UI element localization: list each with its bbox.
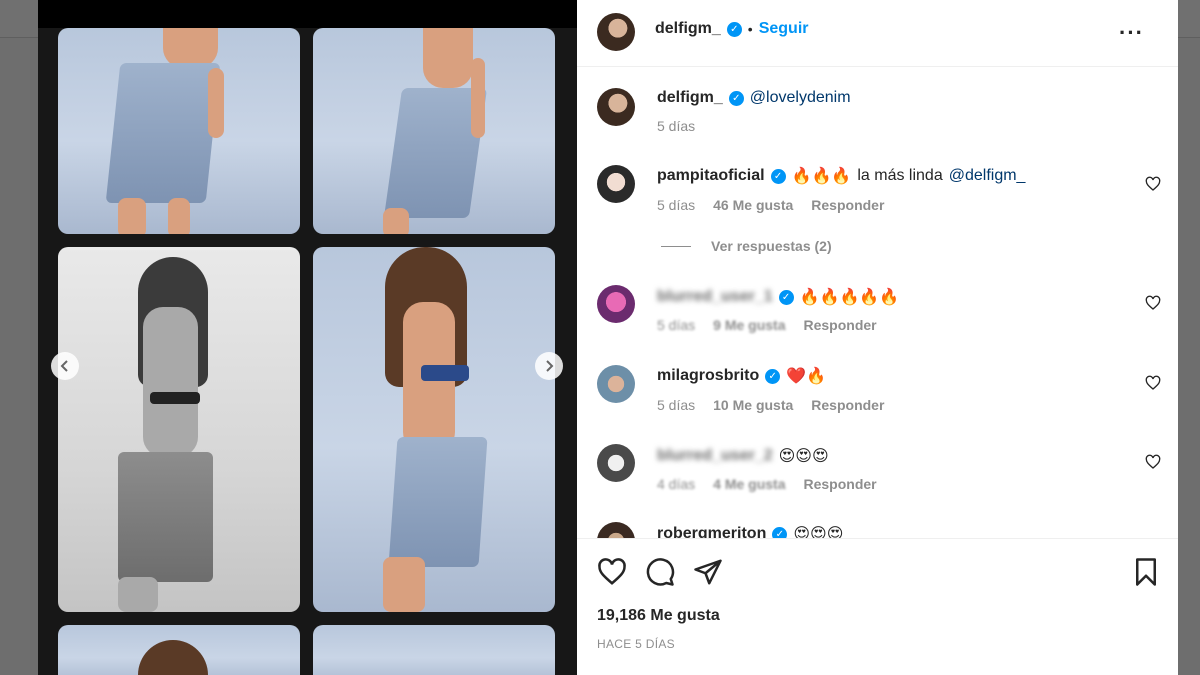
heart-icon[interactable] <box>1145 295 1161 311</box>
follow-button[interactable]: Seguir <box>759 20 809 38</box>
comment-emoji: 😍😍😍 <box>778 448 829 465</box>
comment-likes[interactable]: 4 Me gusta <box>713 476 785 492</box>
comment-username[interactable]: blurred_user_2 <box>657 447 773 465</box>
comment-item: blurred_user_1 ✓ 🔥🔥🔥🔥🔥 <box>657 287 1200 307</box>
comment-meta: 5 días 46 Me gusta Responder <box>657 197 884 213</box>
comment-item: blurred_user_2 😍😍😍 <box>657 446 1200 466</box>
replies-line <box>661 245 691 247</box>
verified-badge-icon: ✓ <box>770 168 786 184</box>
comment-time: 5 días <box>657 197 696 213</box>
comment-likes[interactable]: 46 Me gusta <box>713 197 793 213</box>
backdrop-right <box>1178 38 1200 675</box>
photo-tile-4 <box>313 247 555 612</box>
reply-button[interactable]: Responder <box>811 397 884 413</box>
photo-tile-5 <box>58 625 300 675</box>
post-header: delfigm_ ✓ • Seguir ··· <box>577 0 1178 67</box>
post-media <box>38 0 577 675</box>
backdrop-left <box>0 38 38 675</box>
comment-likes[interactable]: 10 Me gusta <box>713 397 793 413</box>
comment-meta: 5 días 9 Me gusta Responder <box>657 317 877 333</box>
view-replies-button[interactable]: Ver respuestas (2) <box>661 238 832 254</box>
send-icon[interactable] <box>693 557 723 587</box>
comment-item: milagrosbrito ✓ ❤️🔥 <box>657 366 1200 386</box>
verified-badge-icon: ✓ <box>778 289 794 305</box>
caption-avatar[interactable] <box>597 88 635 126</box>
caption-username[interactable]: delfigm_ <box>657 89 723 107</box>
comment-meta: 5 días 10 Me gusta Responder <box>657 397 884 413</box>
comment-emoji: 🔥🔥🔥🔥🔥 <box>799 289 900 306</box>
heart-icon[interactable] <box>1145 176 1161 192</box>
photo-tile-2 <box>313 28 555 234</box>
heart-icon[interactable] <box>1145 454 1161 470</box>
comment-username[interactable]: milagrosbrito <box>657 367 759 385</box>
photo-tile-1 <box>58 28 300 234</box>
caption-time: 5 días <box>657 118 696 134</box>
comment-mention[interactable]: @delfigm_ <box>949 167 1026 185</box>
comment-meta: 4 días 4 Me gusta Responder <box>657 476 877 492</box>
comment-emoji: 🔥🔥🔥 <box>791 168 852 185</box>
post-side-panel: delfigm_ ✓ • Seguir ··· delfigm_ ✓ @love… <box>577 0 1178 675</box>
comment-avatar[interactable] <box>597 285 635 323</box>
comment-avatar[interactable] <box>597 444 635 482</box>
verified-badge-icon: ✓ <box>765 368 781 384</box>
heart-icon[interactable] <box>597 557 627 587</box>
reply-button[interactable]: Responder <box>804 317 877 333</box>
comment-avatar[interactable] <box>597 165 635 203</box>
post-time: HACE 5 DÍAS <box>597 637 675 651</box>
comment-likes[interactable]: 9 Me gusta <box>713 317 785 333</box>
bookmark-icon[interactable] <box>1131 557 1161 587</box>
comment-avatar[interactable] <box>597 365 635 403</box>
media-topbar <box>38 0 577 28</box>
comment-username[interactable]: pampitaoficial <box>657 167 765 185</box>
verified-badge-icon: ✓ <box>728 90 744 106</box>
caption-meta: 5 días <box>657 118 695 134</box>
reply-button[interactable]: Responder <box>811 197 884 213</box>
avatar[interactable] <box>597 13 635 51</box>
username[interactable]: delfigm_ <box>655 20 721 38</box>
verified-badge-icon: ✓ <box>726 21 742 37</box>
reply-button[interactable]: Responder <box>804 476 877 492</box>
comment-emoji: ❤️🔥 <box>786 368 827 385</box>
header-user-row: delfigm_ ✓ • Seguir <box>655 20 809 38</box>
comment-text: la más linda <box>857 167 943 184</box>
heart-icon[interactable] <box>1145 375 1161 391</box>
likes-count[interactable]: 19,186 Me gusta <box>597 607 720 625</box>
more-options-icon[interactable]: ··· <box>1119 20 1144 46</box>
photo-tile-6 <box>313 625 555 675</box>
caption: delfigm_ ✓ @lovelydenim <box>657 89 1200 107</box>
post-actions: 19,186 Me gusta HACE 5 DÍAS <box>577 538 1178 675</box>
chevron-left-icon[interactable] <box>51 352 79 380</box>
photo-tile-3 <box>58 247 300 612</box>
comment-icon[interactable] <box>645 557 675 587</box>
chevron-right-icon[interactable] <box>535 352 563 380</box>
comment-username[interactable]: blurred_user_1 <box>657 288 773 306</box>
comment-time: 5 días <box>657 397 696 413</box>
comment-item: pampitaoficial ✓ 🔥🔥🔥 la más linda @delfi… <box>657 166 1200 186</box>
comment-time: 5 días <box>657 317 696 333</box>
comment-time: 4 días <box>657 476 696 492</box>
separator-dot: • <box>747 21 753 37</box>
view-replies-label: Ver respuestas (2) <box>711 238 832 254</box>
caption-mention[interactable]: @lovelydenim <box>750 89 851 107</box>
